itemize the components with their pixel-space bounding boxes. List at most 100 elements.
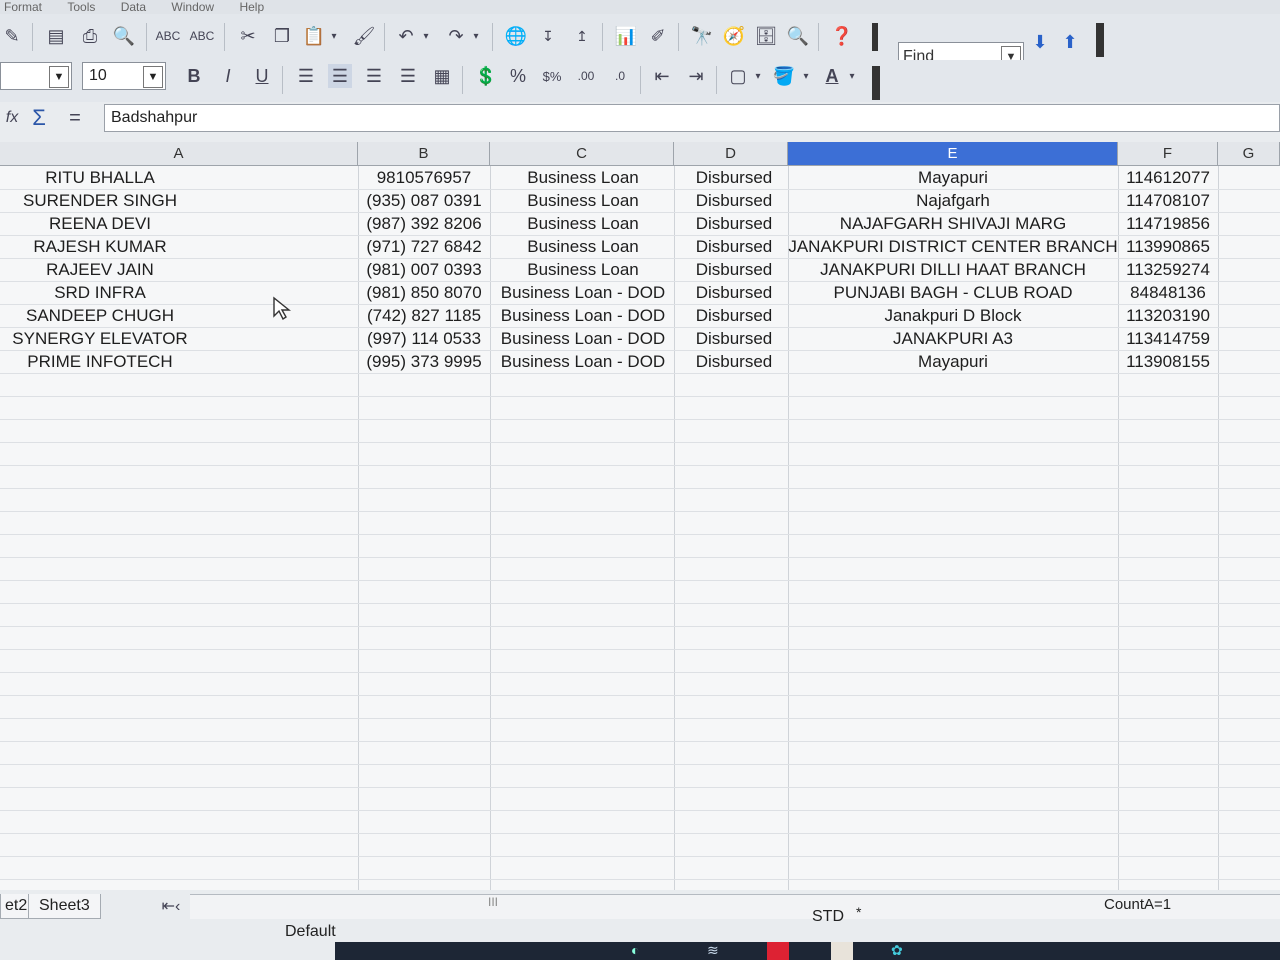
chevron-down-icon[interactable]: ▼ bbox=[143, 66, 163, 88]
chevron-down-icon[interactable]: ▾ bbox=[420, 24, 432, 48]
delete-decimal-icon[interactable]: .0 bbox=[608, 64, 632, 88]
chevron-down-icon[interactable]: ▼ bbox=[49, 66, 69, 88]
app-icon[interactable]: ≋ bbox=[707, 942, 719, 959]
sort-descending-icon[interactable]: ↥ bbox=[570, 24, 594, 48]
column-header-b[interactable]: B bbox=[358, 142, 490, 166]
font-name-select[interactable]: ▼ bbox=[0, 62, 72, 90]
cell-f[interactable]: 84848136 bbox=[1118, 281, 1218, 304]
data-sources-icon[interactable]: 🗄 bbox=[754, 24, 778, 48]
cell-a[interactable]: SYNERGY ELEVATOR bbox=[0, 327, 200, 350]
column-header-a[interactable]: A bbox=[0, 142, 358, 166]
scroll-left-icon[interactable]: ⇤‹ bbox=[156, 894, 186, 918]
cell-f[interactable]: 114708107 bbox=[1118, 189, 1218, 212]
cell-a[interactable]: SRD INFRA bbox=[0, 281, 200, 304]
background-color-icon[interactable]: 🪣 bbox=[772, 64, 796, 88]
pdf-icon[interactable] bbox=[767, 942, 789, 960]
cell-c[interactable]: Business Loan bbox=[494, 258, 672, 281]
show-draw-functions-icon[interactable]: ✐ bbox=[646, 24, 670, 48]
cell-b[interactable]: (742) 827 1185 bbox=[358, 304, 490, 327]
cell-f[interactable]: 114719856 bbox=[1118, 212, 1218, 235]
cell-e[interactable]: Mayapuri bbox=[788, 166, 1118, 189]
sheet-tab-sheet3[interactable]: Sheet3 bbox=[28, 894, 101, 919]
increase-indent-icon[interactable]: ⇥ bbox=[684, 64, 708, 88]
menu-tools[interactable]: Tools bbox=[67, 0, 95, 14]
clone-formatting-icon[interactable]: 🖌 bbox=[352, 24, 376, 48]
decrease-indent-icon[interactable]: ⇤ bbox=[650, 64, 674, 88]
cell-e[interactable]: NAJAFGARH SHIVAJI MARG bbox=[788, 212, 1118, 235]
navigator-icon[interactable]: 🧭 bbox=[722, 24, 746, 48]
cell-f[interactable]: 113259274 bbox=[1118, 258, 1218, 281]
edit-file-icon[interactable]: ✎ bbox=[0, 24, 24, 48]
currency-format-icon[interactable]: 💲 bbox=[474, 64, 498, 88]
cell-f[interactable]: 113908155 bbox=[1118, 350, 1218, 373]
cell-b[interactable]: (981) 850 8070 bbox=[358, 281, 490, 304]
align-right-icon[interactable]: ☰ bbox=[362, 64, 386, 88]
cell-f[interactable]: 113414759 bbox=[1118, 327, 1218, 350]
cell-b[interactable]: (981) 007 0393 bbox=[358, 258, 490, 281]
undo-icon[interactable]: ↶ bbox=[394, 24, 418, 48]
spellcheck-icon[interactable]: ABC bbox=[156, 24, 181, 48]
help-icon[interactable]: ❓ bbox=[830, 24, 854, 48]
selection-mode[interactable]: STD bbox=[812, 908, 844, 926]
cell-b[interactable]: (987) 392 8206 bbox=[358, 212, 490, 235]
justify-icon[interactable]: ☰ bbox=[396, 64, 420, 88]
cell-d[interactable]: Disbursed bbox=[686, 350, 782, 373]
sum-icon[interactable]: Σ bbox=[28, 105, 50, 130]
cell-e[interactable]: Najafgarh bbox=[788, 189, 1118, 212]
cell-c[interactable]: Business Loan bbox=[494, 189, 672, 212]
menu-data[interactable]: Data bbox=[121, 0, 146, 14]
cell-c[interactable]: Business Loan bbox=[494, 166, 672, 189]
cell-d[interactable]: Disbursed bbox=[686, 212, 782, 235]
chevron-down-icon[interactable]: ▾ bbox=[846, 64, 858, 88]
function-wizard-icon[interactable]: fx bbox=[2, 106, 22, 130]
print-icon[interactable]: ⎙ bbox=[78, 24, 102, 48]
merge-cells-icon[interactable]: ▦ bbox=[430, 64, 454, 88]
cell-a[interactable]: RITU BHALLA bbox=[0, 166, 200, 189]
formula-input[interactable]: Badshahpur bbox=[104, 104, 1280, 132]
cell-a[interactable]: SANDEEP CHUGH bbox=[0, 304, 200, 327]
hyperlink-icon[interactable]: 🌐 bbox=[504, 24, 528, 48]
column-header-e[interactable]: E bbox=[788, 142, 1118, 166]
cell-b[interactable]: (995) 373 9995 bbox=[358, 350, 490, 373]
cell-a[interactable]: SURENDER SINGH bbox=[0, 189, 200, 212]
cell-b[interactable]: (971) 727 6842 bbox=[358, 235, 490, 258]
column-header-d[interactable]: D bbox=[674, 142, 788, 166]
cell-f[interactable]: 114612077 bbox=[1118, 166, 1218, 189]
cell-e[interactable]: Janakpuri D Block bbox=[788, 304, 1118, 327]
standard-format-icon[interactable]: $% bbox=[540, 64, 564, 88]
cell-d[interactable]: Disbursed bbox=[686, 189, 782, 212]
cell-d[interactable]: Disbursed bbox=[686, 235, 782, 258]
cell-c[interactable]: Business Loan - DOD bbox=[494, 327, 672, 350]
cell-c[interactable]: Business Loan bbox=[494, 212, 672, 235]
underline-button[interactable]: U bbox=[250, 64, 274, 88]
export-pdf-icon[interactable]: ▤ bbox=[44, 24, 68, 48]
menu-window[interactable]: Window bbox=[171, 0, 214, 14]
cell-a[interactable]: PRIME INFOTECH bbox=[0, 350, 200, 373]
cell-a[interactable]: RAJESH KUMAR bbox=[0, 235, 200, 258]
cell-e[interactable]: PUNJABI BAGH - CLUB ROAD bbox=[788, 281, 1118, 304]
cell-c[interactable]: Business Loan - DOD bbox=[494, 350, 672, 373]
add-decimal-icon[interactable]: .00 bbox=[574, 64, 598, 88]
network-icon[interactable]: ✿ bbox=[891, 942, 903, 959]
chevron-down-icon[interactable]: ▾ bbox=[800, 64, 812, 88]
equals-icon[interactable]: = bbox=[64, 106, 86, 130]
cell-e[interactable]: Mayapuri bbox=[788, 350, 1118, 373]
cut-icon[interactable]: ✂ bbox=[236, 24, 260, 48]
cell-d[interactable]: Disbursed bbox=[686, 258, 782, 281]
bold-button[interactable]: B bbox=[182, 64, 206, 88]
copy-icon[interactable]: ❐ bbox=[270, 24, 294, 48]
cell-d[interactable]: Disbursed bbox=[686, 304, 782, 327]
align-center-icon[interactable]: ☰ bbox=[328, 64, 352, 88]
autospellcheck-icon[interactable]: ABC bbox=[190, 24, 215, 48]
cell-d[interactable]: Disbursed bbox=[686, 281, 782, 304]
cell-f[interactable]: 113203190 bbox=[1118, 304, 1218, 327]
cell-d[interactable]: Disbursed bbox=[686, 327, 782, 350]
italic-button[interactable]: I bbox=[216, 64, 240, 88]
cell-c[interactable]: Business Loan - DOD bbox=[494, 281, 672, 304]
font-size-select[interactable]: 10 ▼ bbox=[82, 62, 166, 90]
column-header-f[interactable]: F bbox=[1118, 142, 1218, 166]
browser-icon[interactable]: ◐ bbox=[631, 942, 639, 958]
cell-c[interactable]: Business Loan bbox=[494, 235, 672, 258]
column-header-g[interactable]: G bbox=[1218, 142, 1280, 166]
cell-b[interactable]: (935) 087 0391 bbox=[358, 189, 490, 212]
